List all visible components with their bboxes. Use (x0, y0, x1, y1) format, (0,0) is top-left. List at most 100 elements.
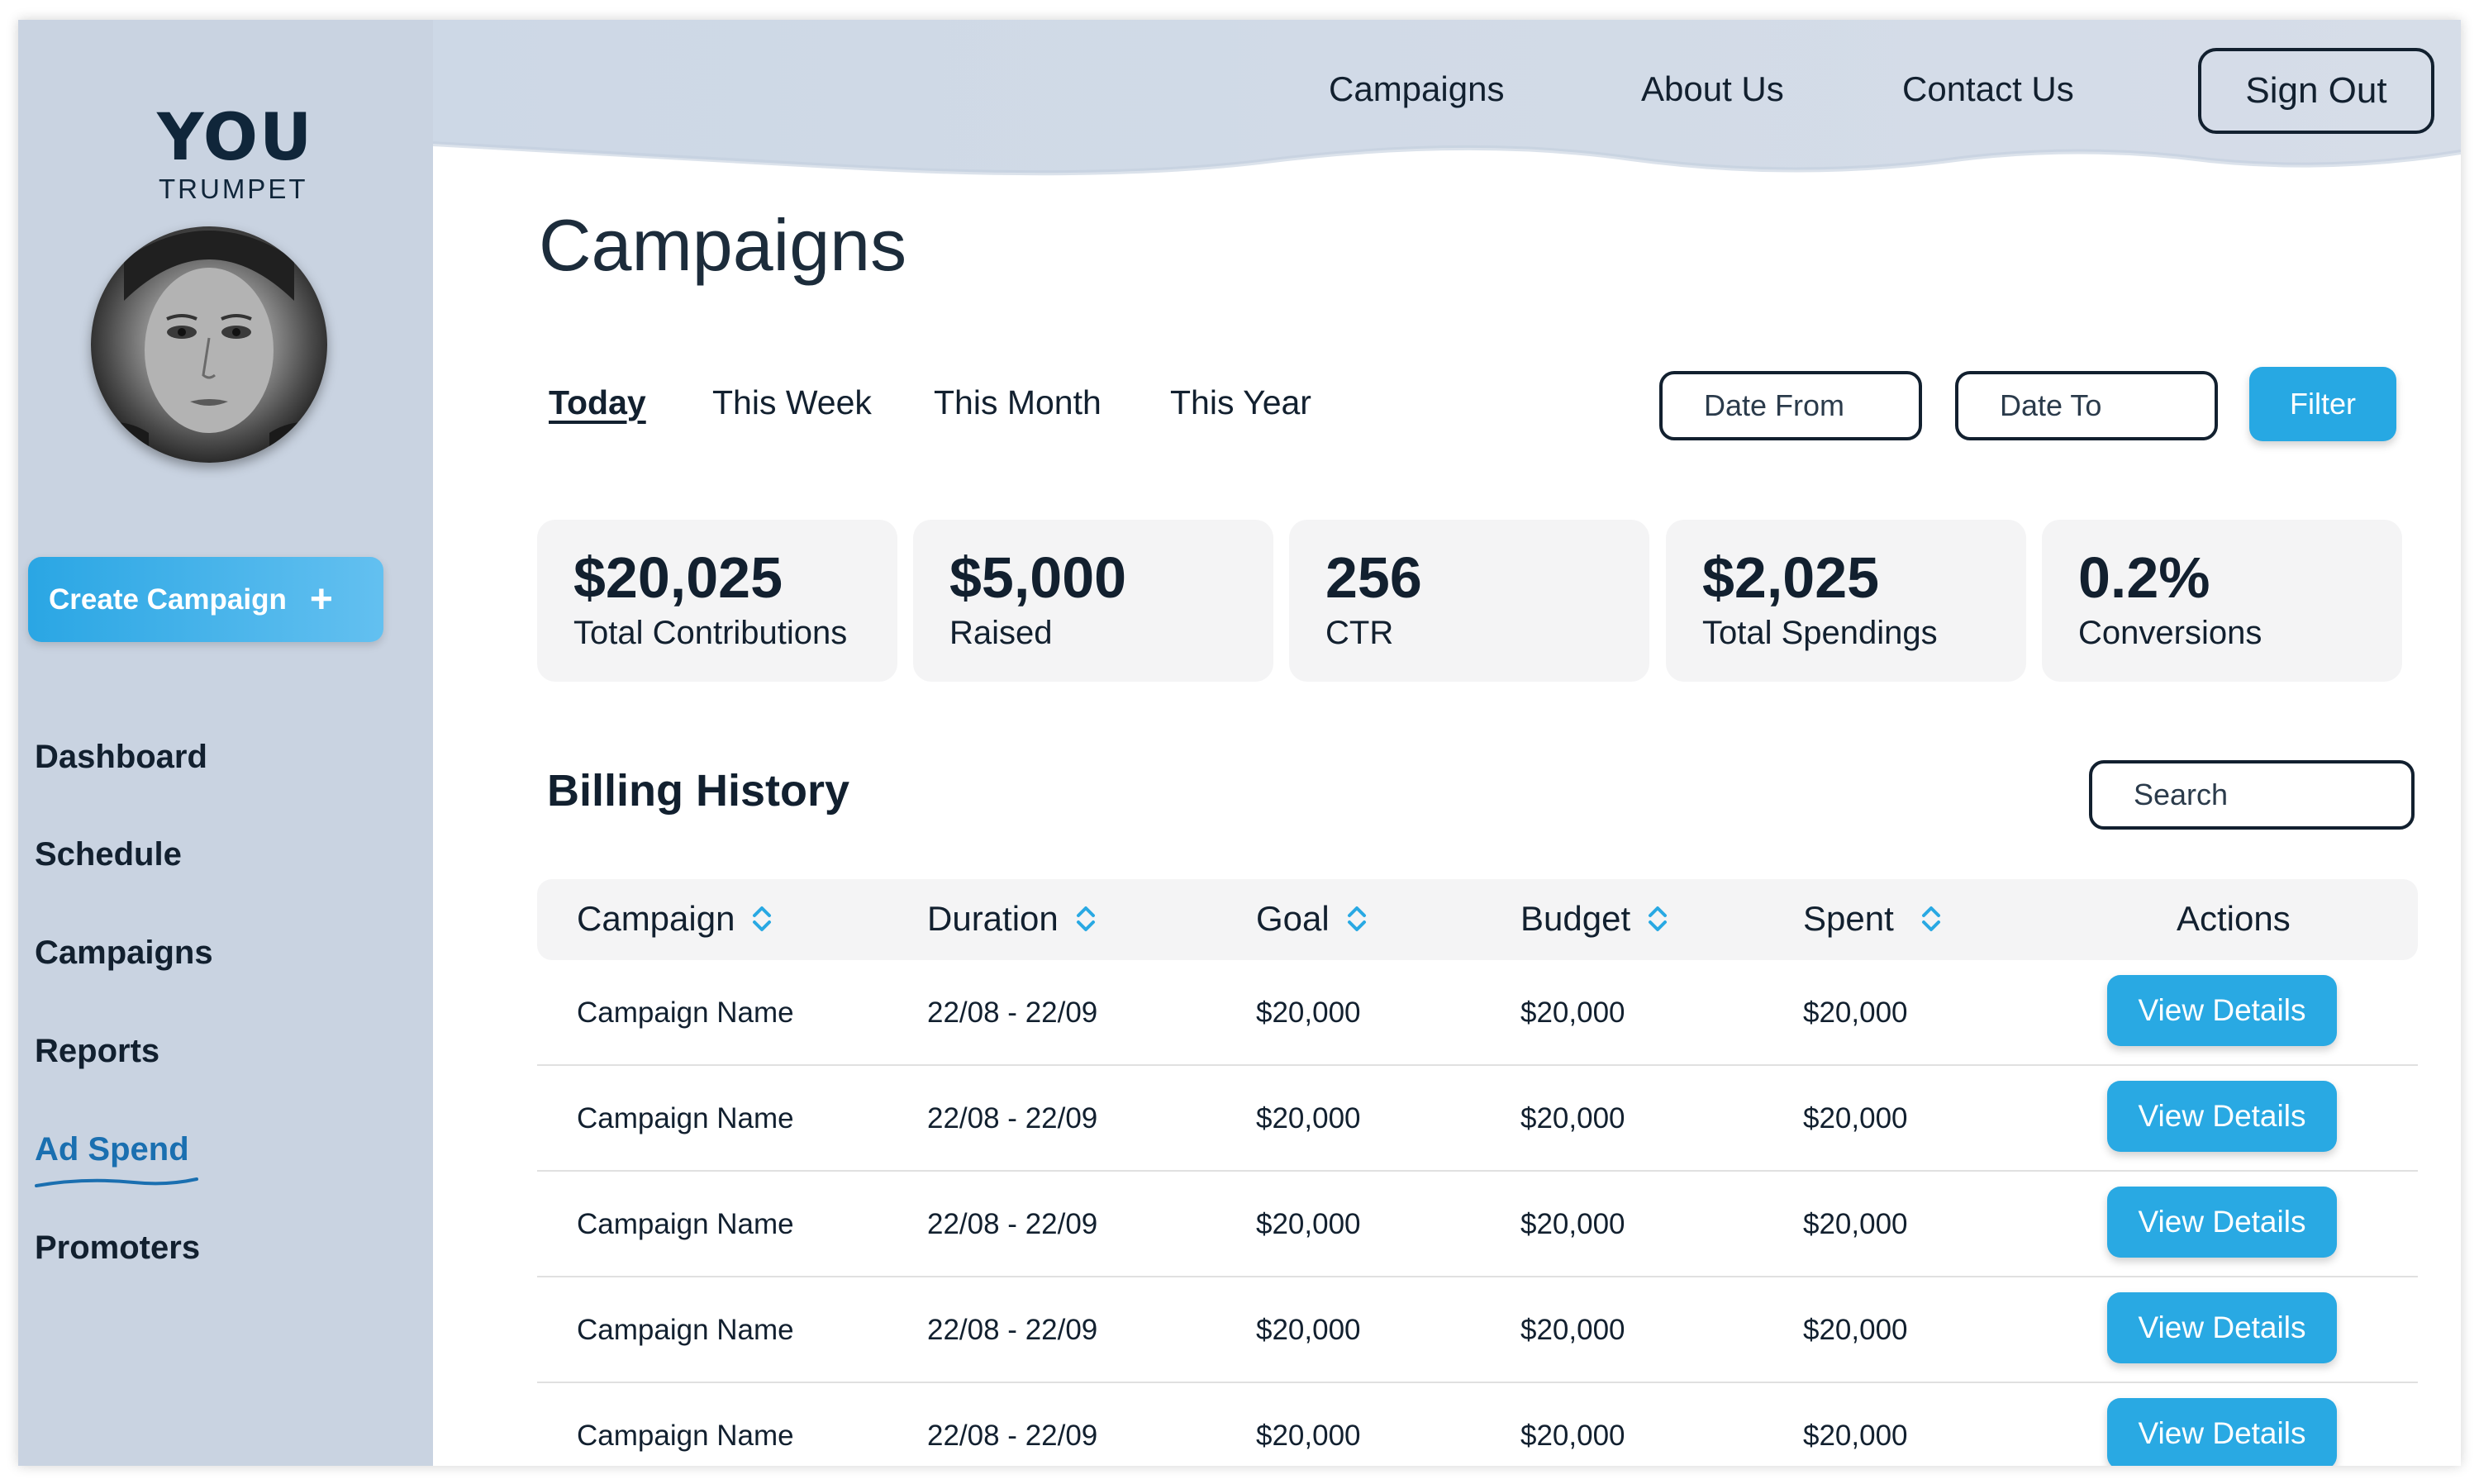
sort-icon (753, 906, 772, 931)
date-to-input[interactable] (1955, 371, 2218, 440)
column-header-label: Campaign (577, 899, 735, 938)
stat-card-total-contributions: $20,025 Total Contributions (537, 520, 897, 682)
view-details-button[interactable]: View Details (2107, 975, 2337, 1046)
sidebar: YOU TRUMPET Create Campaign + Dashboard … (18, 20, 433, 1466)
stat-value: 256 (1325, 545, 1422, 610)
plus-icon: + (309, 577, 333, 621)
stat-label: Total Spendings (1702, 615, 1938, 651)
billing-history-title: Billing History (547, 766, 850, 816)
sort-icon (1347, 906, 1366, 931)
sort-icon (1649, 906, 1668, 931)
view-details-button[interactable]: View Details (2107, 1398, 2337, 1466)
cell-duration: 22/08 - 22/09 (927, 1420, 1098, 1452)
cell-budget: $20,000 (1520, 1314, 1625, 1346)
cell-spent: $20,000 (1803, 1314, 1908, 1346)
column-header-label: Actions (2177, 899, 2291, 938)
column-header-duration[interactable]: Duration (927, 899, 1097, 939)
cell-spent: $20,000 (1803, 996, 1908, 1029)
sidebar-item-ad-spend[interactable]: Ad Spend (35, 1131, 198, 1187)
cell-goal: $20,000 (1256, 1420, 1361, 1452)
view-details-button[interactable]: View Details (2107, 1292, 2337, 1363)
table-row: Campaign Name 22/08 - 22/09 $20,000 $20,… (537, 1066, 2418, 1172)
column-header-label: Goal (1256, 899, 1330, 938)
cell-campaign: Campaign Name (577, 1420, 794, 1452)
column-header-actions: Actions (2177, 899, 2291, 939)
stat-card-raised: $5,000 Raised (913, 520, 1273, 682)
stat-label: Total Contributions (573, 615, 848, 651)
sort-icon (1921, 906, 1940, 931)
sidebar-item-dashboard[interactable]: Dashboard (35, 739, 207, 776)
cell-goal: $20,000 (1256, 1314, 1361, 1346)
column-header-label: Budget (1520, 899, 1631, 938)
table-row: Campaign Name 22/08 - 22/09 $20,000 $20,… (537, 1383, 2418, 1466)
sidebar-item-reports[interactable]: Reports (35, 1033, 159, 1070)
cell-goal: $20,000 (1256, 1208, 1361, 1240)
cell-duration: 22/08 - 22/09 (927, 1314, 1098, 1346)
table-row: Campaign Name 22/08 - 22/09 $20,000 $20,… (537, 960, 2418, 1066)
search-input[interactable] (2089, 760, 2415, 830)
create-campaign-button[interactable]: Create Campaign + (28, 557, 383, 642)
stat-card-ctr: 256 CTR (1289, 520, 1649, 682)
table-row: Campaign Name 22/08 - 22/09 $20,000 $20,… (537, 1277, 2418, 1383)
sidebar-item-campaigns[interactable]: Campaigns (35, 935, 213, 972)
cell-goal: $20,000 (1256, 996, 1361, 1029)
stat-label: Raised (949, 615, 1053, 651)
cell-spent: $20,000 (1803, 1102, 1908, 1134)
column-header-label: Spent (1803, 899, 1894, 938)
active-underline-icon (35, 1177, 198, 1187)
tab-this-month[interactable]: This Month (934, 383, 1102, 422)
cell-duration: 22/08 - 22/09 (927, 1208, 1098, 1240)
cell-campaign: Campaign Name (577, 996, 794, 1029)
column-header-label: Duration (927, 899, 1059, 938)
cell-budget: $20,000 (1520, 996, 1625, 1029)
date-from-input[interactable] (1659, 371, 1922, 440)
cell-duration: 22/08 - 22/09 (927, 1102, 1098, 1134)
create-campaign-label: Create Campaign (49, 583, 287, 616)
sidebar-item-schedule[interactable]: Schedule (35, 836, 182, 873)
cell-duration: 22/08 - 22/09 (927, 996, 1098, 1029)
cell-budget: $20,000 (1520, 1102, 1625, 1134)
view-details-button[interactable]: View Details (2107, 1187, 2337, 1258)
logo-trumpet-text: TRUMPET (159, 174, 308, 204)
view-details-button[interactable]: View Details (2107, 1081, 2337, 1152)
stat-value: $20,025 (573, 545, 783, 610)
cell-spent: $20,000 (1803, 1420, 1908, 1452)
cell-spent: $20,000 (1803, 1208, 1908, 1240)
tab-today[interactable]: Today (549, 383, 646, 422)
stat-card-conversions: 0.2% Conversions (2042, 520, 2402, 682)
stat-label: CTR (1325, 615, 1394, 651)
header-link-campaigns[interactable]: Campaigns (1329, 69, 1504, 109)
filter-button[interactable]: Filter (2249, 367, 2396, 441)
cell-budget: $20,000 (1520, 1420, 1625, 1452)
column-header-campaign[interactable]: Campaign (577, 899, 773, 939)
cell-campaign: Campaign Name (577, 1102, 794, 1134)
stat-value: $2,025 (1702, 545, 1880, 610)
avatar-portrait-image (91, 231, 327, 463)
tab-this-year[interactable]: This Year (1170, 383, 1311, 422)
avatar[interactable] (91, 226, 327, 463)
tab-this-week[interactable]: This Week (712, 383, 872, 422)
stat-card-total-spendings: $2,025 Total Spendings (1666, 520, 2026, 682)
page-title: Campaigns (539, 204, 907, 286)
table-header: Campaign Duration Goal Budget Spent Acti… (537, 879, 2418, 960)
cell-goal: $20,000 (1256, 1102, 1361, 1134)
column-header-spent[interactable]: Spent (1803, 899, 1942, 939)
header-link-contact-us[interactable]: Contact Us (1902, 69, 2074, 109)
sign-out-button[interactable]: Sign Out (2198, 48, 2434, 134)
logo[interactable]: YOU TRUMPET (142, 102, 312, 204)
table-row: Campaign Name 22/08 - 22/09 $20,000 $20,… (537, 1172, 2418, 1277)
app-window: YOU TRUMPET Create Campaign + Dashboard … (18, 20, 2461, 1466)
header-link-about-us[interactable]: About Us (1641, 69, 1784, 109)
stat-label: Conversions (2078, 615, 2263, 651)
stat-value: 0.2% (2078, 545, 2210, 610)
cell-campaign: Campaign Name (577, 1208, 794, 1240)
logo-you-text: YOU (157, 101, 314, 175)
cell-budget: $20,000 (1520, 1208, 1625, 1240)
sort-icon (1076, 906, 1095, 931)
cell-campaign: Campaign Name (577, 1314, 794, 1346)
stat-value: $5,000 (949, 545, 1127, 610)
sidebar-item-ad-spend-label: Ad Spend (35, 1131, 189, 1168)
column-header-goal[interactable]: Goal (1256, 899, 1368, 939)
column-header-budget[interactable]: Budget (1520, 899, 1668, 939)
sidebar-item-promoters[interactable]: Promoters (35, 1230, 200, 1267)
